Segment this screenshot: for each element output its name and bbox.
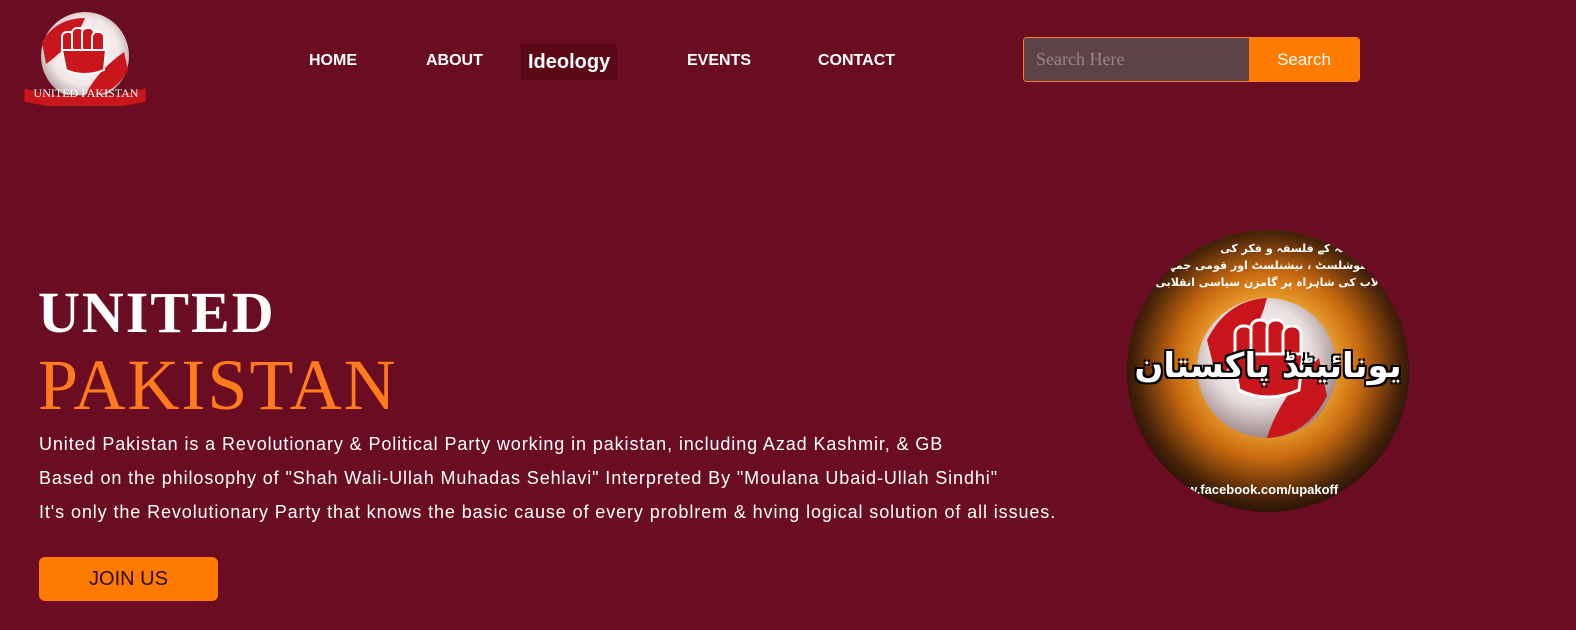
badge-urdu-title: یونائیٹڈ پاکستان [1134, 346, 1402, 386]
nav-about[interactable]: ABOUT [426, 52, 483, 70]
hero-line: Based on the philosophy of "Shah Wali-Ul… [39, 468, 998, 488]
join-us-button[interactable]: JOIN US [39, 557, 218, 601]
main-nav: HOME ABOUT Ideology EVENTS CONTACT [0, 0, 1000, 124]
nav-contact[interactable]: CONTACT [818, 52, 895, 70]
badge-facebook-url: w.facebook.com/upakoff [1187, 482, 1339, 497]
hero-line: It's only the Revolutionary Party that k… [39, 502, 1057, 522]
nav-ideology[interactable]: Ideology [521, 44, 618, 80]
party-badge: ولی اللہ کے فلسفہ و فکر کی ، سوشلسٹ ، نی… [1127, 230, 1409, 512]
hero-title-line2: PAKISTAN [38, 345, 398, 425]
hero-title-line1: UNITED [38, 280, 276, 345]
search-input[interactable] [1024, 38, 1249, 81]
search-button[interactable]: Search [1249, 38, 1359, 81]
search-bar: Search [1023, 37, 1360, 82]
hero-description: United Pakistan is a Revolutionary & Pol… [39, 432, 1119, 534]
nav-home[interactable]: HOME [309, 52, 357, 70]
hero-line: United Pakistan is a Revolutionary & Pol… [39, 434, 944, 454]
nav-events[interactable]: EVENTS [687, 52, 751, 70]
badge-urdu-text: ولی اللہ کے فلسفہ و فکر کی ، سوشلسٹ ، نی… [1127, 242, 1379, 289]
